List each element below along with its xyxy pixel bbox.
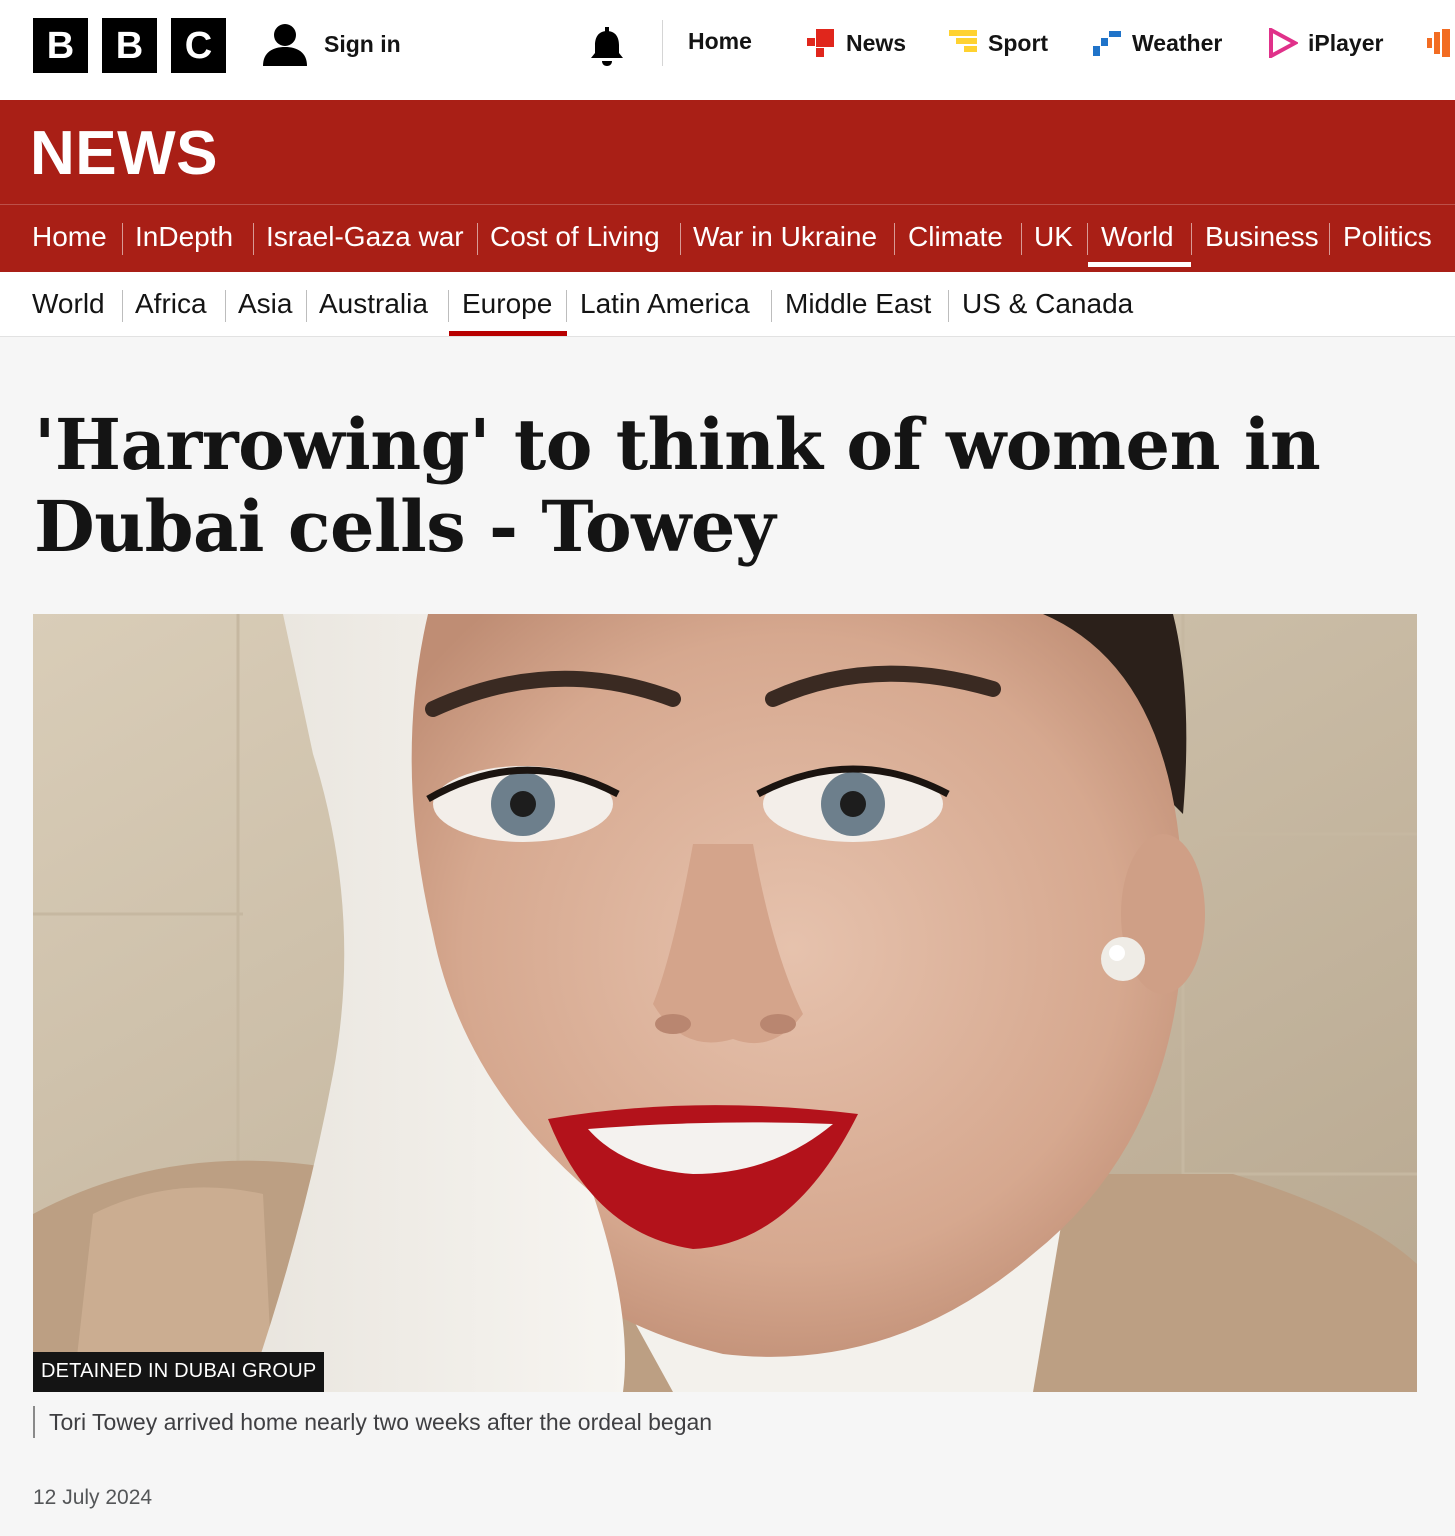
weather-icon	[1093, 31, 1121, 56]
image-credit-badge: DETAINED IN DUBAI GROUP	[33, 1352, 325, 1392]
primary-nav-politics[interactable]: Politics	[1343, 221, 1432, 253]
hero-image: DETAINED IN DUBAI GROUP	[33, 614, 1417, 1392]
secondary-nav-us-canada[interactable]: US & Canada	[962, 288, 1133, 320]
primary-nav-separator	[122, 223, 123, 255]
primary-nav-indepth[interactable]: InDepth	[135, 221, 233, 253]
article-date: 12 July 2024	[33, 1486, 153, 1509]
headline-line-1: 'Harrowing' to think of women in	[34, 403, 1321, 486]
image-caption: Tori Towey arrived home nearly two weeks…	[33, 1406, 712, 1438]
topnav-news-label: News	[846, 29, 907, 56]
sign-in-button[interactable]: Sign in	[262, 22, 401, 66]
topnav-iplayer[interactable]: iPlayer	[1268, 28, 1383, 58]
secondary-nav-africa[interactable]: Africa	[135, 288, 207, 320]
primary-nav-home[interactable]: Home	[32, 221, 107, 253]
article-headline: 'Harrowing' to think of women in Dubai c…	[34, 404, 1334, 568]
secondary-nav-separator	[306, 290, 307, 322]
news-icon	[807, 29, 834, 57]
bbc-logo-letter-b2: B	[102, 18, 157, 73]
user-icon	[263, 24, 307, 66]
topnav-sport[interactable]: Sport	[948, 28, 1048, 58]
hero-portrait-illustration	[33, 614, 1417, 1392]
sign-in-label: Sign in	[324, 30, 401, 57]
secondary-nav-middle-east[interactable]: Middle East	[785, 288, 931, 320]
primary-nav-separator	[253, 223, 254, 255]
primary-nav-separator	[1087, 223, 1088, 255]
notifications-bell-icon[interactable]	[588, 27, 626, 67]
primary-nav-separator	[1021, 223, 1022, 255]
topnav-more-cut-off[interactable]	[1426, 28, 1455, 58]
news-wordmark[interactable]: NEWS	[30, 118, 218, 189]
bbc-logo[interactable]: B B C	[33, 18, 226, 73]
news-banner: NEWS	[0, 100, 1455, 204]
primary-nav-active-indicator	[1088, 262, 1191, 267]
secondary-nav-separator	[225, 290, 226, 322]
secondary-nav-separator	[566, 290, 567, 322]
headline-line-2: Dubai cells - Towey	[34, 485, 776, 568]
bbc-logo-letter-c: C	[171, 18, 226, 73]
primary-nav-world[interactable]: World	[1101, 221, 1174, 253]
primary-nav-business[interactable]: Business	[1205, 221, 1319, 253]
primary-nav-uk[interactable]: UK	[1034, 221, 1073, 253]
secondary-nav-separator	[448, 290, 449, 322]
secondary-nav-separator	[771, 290, 772, 322]
primary-nav-separator	[477, 223, 478, 255]
sport-icon	[949, 30, 977, 52]
secondary-nav: World Africa Asia Australia Europe Latin…	[0, 272, 1455, 337]
secondary-nav-world[interactable]: World	[32, 288, 105, 320]
primary-nav: Home InDepth Israel-Gaza war Cost of Liv…	[0, 204, 1455, 272]
primary-nav-separator	[1191, 223, 1192, 255]
secondary-nav-latin-america[interactable]: Latin America	[580, 288, 750, 320]
primary-nav-separator	[894, 223, 895, 255]
global-header: B B C Sign in Home News Sport Weather iP…	[0, 0, 1455, 101]
topnav-home[interactable]: Home	[688, 28, 752, 55]
topnav-news[interactable]: News	[806, 28, 906, 58]
iplayer-icon	[1269, 28, 1298, 58]
secondary-nav-europe[interactable]: Europe	[462, 288, 552, 320]
topnav-iplayer-label: iPlayer	[1308, 29, 1384, 56]
secondary-nav-separator	[122, 290, 123, 322]
secondary-nav-australia[interactable]: Australia	[319, 288, 428, 320]
primary-nav-climate[interactable]: Climate	[908, 221, 1003, 253]
topnav-weather-label: Weather	[1132, 29, 1223, 56]
secondary-nav-active-indicator	[449, 331, 567, 336]
primary-nav-separator	[680, 223, 681, 255]
topnav-home-label: Home	[688, 28, 752, 54]
secondary-nav-asia[interactable]: Asia	[238, 288, 292, 320]
secondary-nav-separator	[948, 290, 949, 322]
primary-nav-war-in-ukraine[interactable]: War in Ukraine	[693, 221, 877, 253]
sounds-icon	[1427, 29, 1450, 57]
topnav-weather[interactable]: Weather	[1092, 28, 1222, 58]
topnav-sport-label: Sport	[988, 29, 1049, 56]
bbc-logo-letter-b1: B	[33, 18, 88, 73]
primary-nav-israel-gaza-war[interactable]: Israel-Gaza war	[266, 221, 464, 253]
primary-nav-cost-of-living[interactable]: Cost of Living	[490, 221, 660, 253]
primary-nav-separator	[1329, 223, 1330, 255]
topbar-divider	[662, 20, 663, 66]
